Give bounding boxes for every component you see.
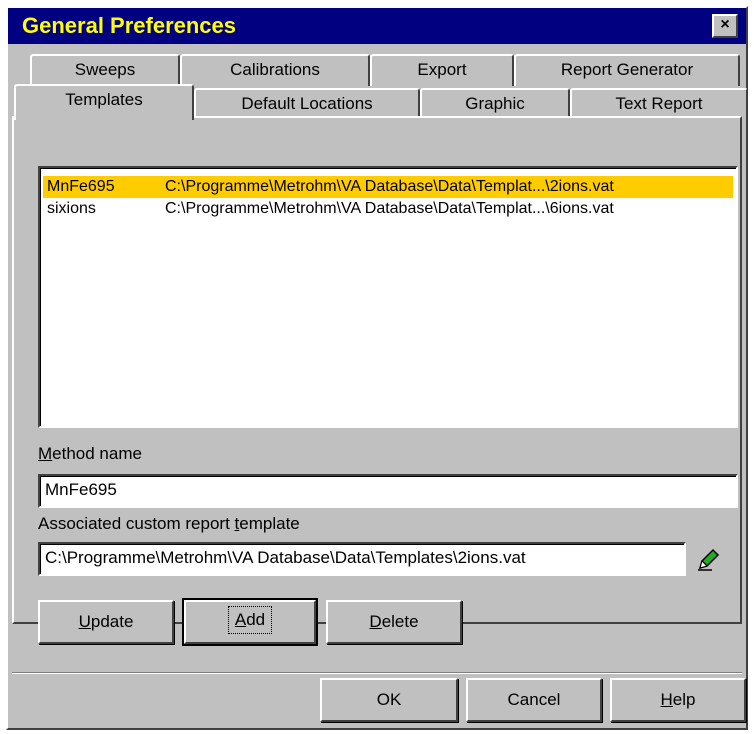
template-name: MnFe695 bbox=[47, 178, 115, 195]
tab-templates[interactable]: Templates bbox=[14, 84, 194, 120]
tab-calibrations[interactable]: Calibrations bbox=[180, 54, 370, 86]
list-item[interactable]: MnFe695 C:\Programme\Metrohm\VA Database… bbox=[43, 176, 733, 198]
active-tab-joint bbox=[16, 116, 192, 120]
help-button[interactable]: Help bbox=[610, 678, 746, 722]
tab-label: Sweeps bbox=[74, 60, 136, 79]
templates-listbox[interactable]: MnFe695 C:\Programme\Metrohm\VA Database… bbox=[38, 166, 738, 428]
template-name: sixions bbox=[47, 200, 96, 217]
ok-button[interactable]: OK bbox=[320, 678, 458, 722]
tab-label: Report Generator bbox=[560, 60, 694, 79]
tab-default-locations[interactable]: Default Locations bbox=[194, 88, 420, 118]
template-path: C:\Programme\Metrohm\VA Database\Data\Te… bbox=[165, 178, 614, 195]
tab-graphic[interactable]: Graphic bbox=[420, 88, 570, 118]
cancel-button[interactable]: Cancel bbox=[466, 678, 602, 722]
close-icon: × bbox=[720, 16, 730, 33]
focus-rect: Add bbox=[227, 606, 273, 634]
report-template-value: C:\Programme\Metrohm\VA Database\Data\Te… bbox=[45, 548, 526, 567]
tab-report-generator[interactable]: Report Generator bbox=[514, 54, 740, 86]
tab-label: Default Locations bbox=[241, 94, 373, 113]
method-name-label: Method name bbox=[38, 444, 142, 463]
report-template-label: Associated custom report template bbox=[38, 514, 300, 533]
window-title: General Preferences bbox=[22, 13, 237, 38]
tab-label: Templates bbox=[65, 90, 143, 109]
template-path: C:\Programme\Metrohm\VA Database\Data\Te… bbox=[165, 200, 614, 217]
tab-export[interactable]: Export bbox=[370, 54, 514, 86]
add-button[interactable]: Add bbox=[182, 598, 318, 646]
tab-label: Graphic bbox=[465, 94, 525, 113]
tab-sweeps[interactable]: Sweeps bbox=[30, 54, 180, 86]
delete-button[interactable]: Delete bbox=[326, 600, 462, 644]
update-button[interactable]: Update bbox=[38, 600, 174, 644]
tab-label: Export bbox=[417, 60, 467, 79]
title-bar[interactable]: General Preferences bbox=[8, 8, 746, 44]
report-template-field[interactable]: C:\Programme\Metrohm\VA Database\Data\Te… bbox=[38, 542, 686, 576]
tab-text-report[interactable]: Text Report bbox=[570, 88, 748, 118]
pencil-icon[interactable] bbox=[696, 546, 722, 572]
list-item[interactable]: sixions C:\Programme\Metrohm\VA Database… bbox=[43, 198, 733, 220]
divider bbox=[12, 672, 742, 674]
method-name-field[interactable]: MnFe695 bbox=[38, 474, 738, 508]
close-button[interactable]: × bbox=[712, 14, 738, 38]
tab-label: Text Report bbox=[615, 94, 703, 113]
method-name-value: MnFe695 bbox=[45, 480, 117, 499]
tab-label: Calibrations bbox=[230, 60, 320, 79]
